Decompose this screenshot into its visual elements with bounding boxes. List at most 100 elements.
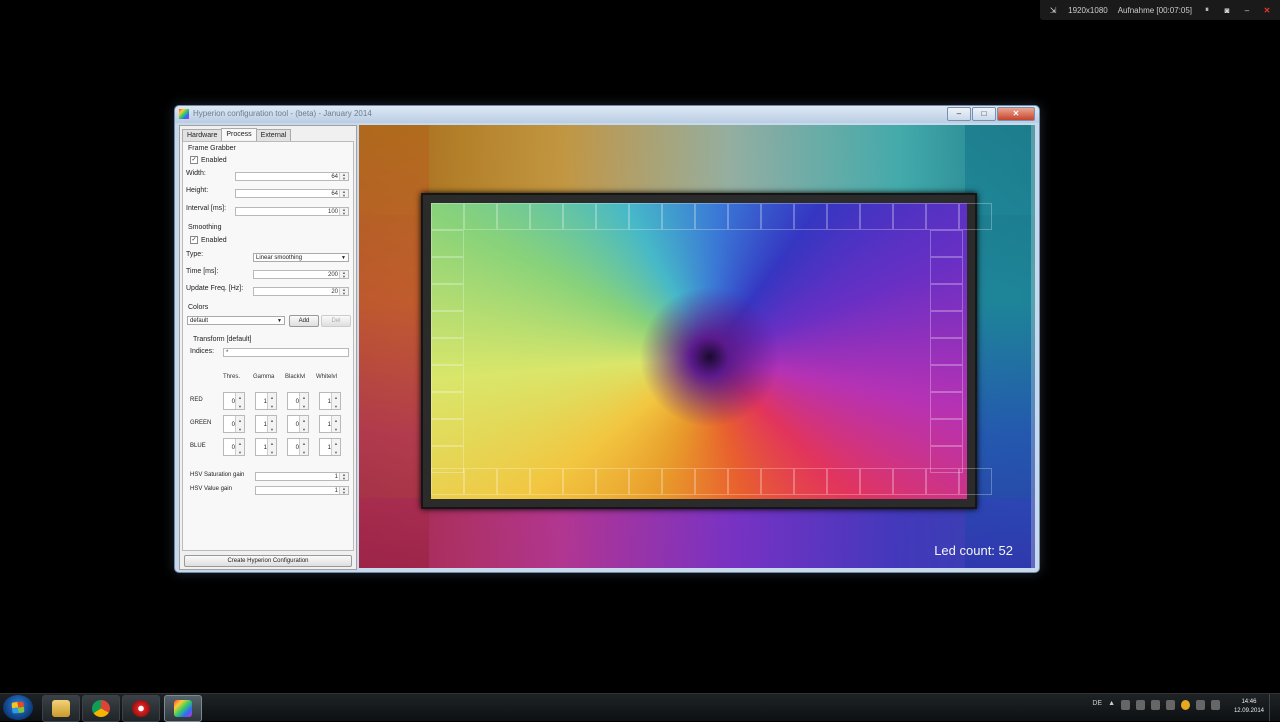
del-button[interactable]: Del — [321, 315, 351, 327]
settings-panel: Hardware Process External Frame Grabber … — [179, 125, 357, 570]
windows-start-icon[interactable] — [3, 695, 33, 720]
color-transform-spinbox[interactable]: 1 ▲ ▼ — [319, 438, 341, 456]
hsv-value-label: HSV Value gain — [190, 486, 232, 492]
spin-arrows-icon[interactable]: ▲ ▼ — [235, 439, 244, 455]
spin-arrows-icon[interactable]: ▲ ▼ — [339, 288, 348, 296]
column-blacklvl: Blacklvl — [285, 374, 306, 380]
show-desktop-button[interactable] — [1269, 694, 1280, 721]
dropdown-arrow-icon: ▼ — [277, 318, 282, 324]
maximize-button[interactable]: □ — [972, 107, 996, 121]
hsv-value-spinbox[interactable]: 1 ▲ ▼ — [255, 486, 349, 495]
led-cell — [930, 230, 963, 257]
spin-arrows-icon[interactable]: ▲ ▼ — [331, 416, 340, 432]
spin-arrows-icon[interactable]: ▲ ▼ — [331, 439, 340, 455]
color-transform-spinbox[interactable]: 1 ▲ ▼ — [255, 392, 277, 410]
spin-arrows-icon[interactable]: ▲ ▼ — [299, 416, 308, 432]
checkbox-icon[interactable]: ✓ — [190, 236, 198, 244]
tray-app-icon[interactable] — [1151, 700, 1160, 710]
spin-arrows-icon[interactable]: ▲ ▼ — [339, 190, 348, 198]
color-transform-spinbox[interactable]: 1 ▲ ▼ — [255, 415, 277, 433]
led-cell — [431, 257, 464, 284]
pause-icon[interactable]: ⏸ — [1202, 5, 1212, 15]
spin-arrows-icon[interactable]: ▲ ▼ — [331, 393, 340, 409]
height-spinbox[interactable]: 64 ▲ ▼ — [235, 189, 349, 198]
clock-time: 14:46 — [1241, 699, 1257, 705]
minimize-button[interactable]: – — [947, 107, 971, 121]
spin-arrows-icon[interactable]: ▲ ▼ — [267, 393, 276, 409]
color-transform-spinbox[interactable]: 1 ▲ ▼ — [319, 415, 341, 433]
hyperion-app-icon — [179, 109, 189, 119]
title-bar[interactable]: Hyperion configuration tool - (beta) - J… — [175, 106, 1039, 123]
led-cell — [431, 419, 464, 446]
checkbox-icon[interactable]: ✓ — [190, 156, 198, 164]
spin-arrows-icon[interactable]: ▲ ▼ — [339, 208, 348, 216]
hsv-saturation-spinbox[interactable]: 1 ▲ ▼ — [255, 472, 349, 481]
spin-arrows-icon[interactable]: ▲ ▼ — [299, 439, 308, 455]
spin-arrows-icon[interactable]: ▲ ▼ — [267, 439, 276, 455]
camera-icon[interactable]: ◙ — [1222, 6, 1232, 15]
close-icon[interactable]: ✕ — [1262, 6, 1272, 15]
tray-app-icon[interactable] — [1166, 700, 1175, 710]
update-freq-value: 20 — [331, 289, 338, 295]
color-transform-spinbox[interactable]: 0 ▲ ▼ — [223, 438, 245, 456]
led-glow-left — [359, 125, 429, 568]
tray-expand-icon[interactable]: ▲ — [1108, 700, 1115, 710]
color-transform-spinbox[interactable]: 1 ▲ ▼ — [255, 438, 277, 456]
led-cell — [629, 468, 662, 495]
add-button[interactable]: Add — [289, 315, 319, 327]
color-transform-spinbox[interactable]: 1 ▲ ▼ — [319, 392, 341, 410]
color-transform-spinbox[interactable]: 0 ▲ ▼ — [223, 415, 245, 433]
minimize-icon[interactable]: – — [1242, 6, 1252, 15]
tab-process[interactable]: Process — [221, 128, 257, 140]
spin-arrows-icon[interactable]: ▲ ▼ — [339, 271, 348, 279]
time-spinbox[interactable]: 200 ▲ ▼ — [253, 270, 349, 279]
volume-icon[interactable] — [1211, 700, 1220, 710]
tab-external[interactable]: External — [255, 129, 292, 141]
led-cell — [860, 468, 893, 495]
color-transform-spinbox[interactable]: 0 ▲ ▼ — [223, 392, 245, 410]
width-spinbox[interactable]: 64 ▲ ▼ — [235, 172, 349, 181]
close-button[interactable]: ✕ — [997, 107, 1035, 121]
language-indicator[interactable]: DE — [1092, 700, 1102, 710]
network-icon[interactable] — [1196, 700, 1205, 710]
indices-input[interactable]: * — [223, 348, 349, 357]
color-profile-select[interactable]: default ▼ — [187, 316, 285, 325]
spin-arrows-icon[interactable]: ▲ ▼ — [267, 416, 276, 432]
spin-arrows-icon[interactable]: ▲ ▼ — [235, 393, 244, 409]
led-cell — [431, 311, 464, 338]
tray-app-icon[interactable] — [1136, 700, 1145, 710]
resize-icon[interactable]: ⇲ — [1048, 6, 1058, 15]
spin-arrows-icon[interactable]: ▲ ▼ — [339, 473, 348, 481]
spin-arrows-icon[interactable]: ▲ ▼ — [339, 173, 348, 181]
smoothing-enabled[interactable]: ✓ Enabled — [190, 236, 227, 244]
color-transform-spinbox[interactable]: 0 ▲ ▼ — [287, 415, 309, 433]
color-row-label: BLUE — [190, 443, 206, 449]
led-cell — [930, 311, 963, 338]
width-value: 64 — [331, 174, 338, 180]
color-transform-spinbox[interactable]: 0 ▲ ▼ — [287, 438, 309, 456]
tray-app-icon[interactable] — [1121, 700, 1130, 710]
tray-app-icon[interactable] — [1181, 700, 1190, 710]
interval-spinbox[interactable]: 100 ▲ ▼ — [235, 207, 349, 216]
media-icon[interactable] — [122, 695, 160, 722]
spin-arrows-icon[interactable]: ▲ ▼ — [235, 416, 244, 432]
spin-arrows-icon[interactable]: ▲ ▼ — [299, 393, 308, 409]
create-config-button[interactable]: Create Hyperion Configuration — [184, 555, 352, 567]
led-cell — [497, 203, 530, 230]
led-cell — [761, 468, 794, 495]
time-value: 200 — [327, 272, 338, 278]
smoothing-type-select[interactable]: Linear smoothing ▼ — [253, 253, 349, 262]
hyperion-icon[interactable] — [164, 695, 202, 722]
led-cell — [827, 203, 860, 230]
update-freq-spinbox[interactable]: 20 ▲ ▼ — [253, 287, 349, 296]
transform-label: Transform [default] — [193, 336, 252, 343]
spin-arrows-icon[interactable]: ▲ ▼ — [339, 487, 348, 495]
explorer-icon[interactable] — [42, 695, 80, 722]
led-cell — [464, 203, 497, 230]
preview-scrollbar[interactable] — [1031, 125, 1035, 568]
tab-hardware[interactable]: Hardware — [182, 129, 223, 141]
frame-grabber-enabled[interactable]: ✓ Enabled — [190, 156, 227, 164]
chrome-icon[interactable] — [82, 695, 120, 722]
color-transform-spinbox[interactable]: 0 ▲ ▼ — [287, 392, 309, 410]
clock[interactable]: 14:46 12.09.2014 — [1234, 698, 1264, 716]
